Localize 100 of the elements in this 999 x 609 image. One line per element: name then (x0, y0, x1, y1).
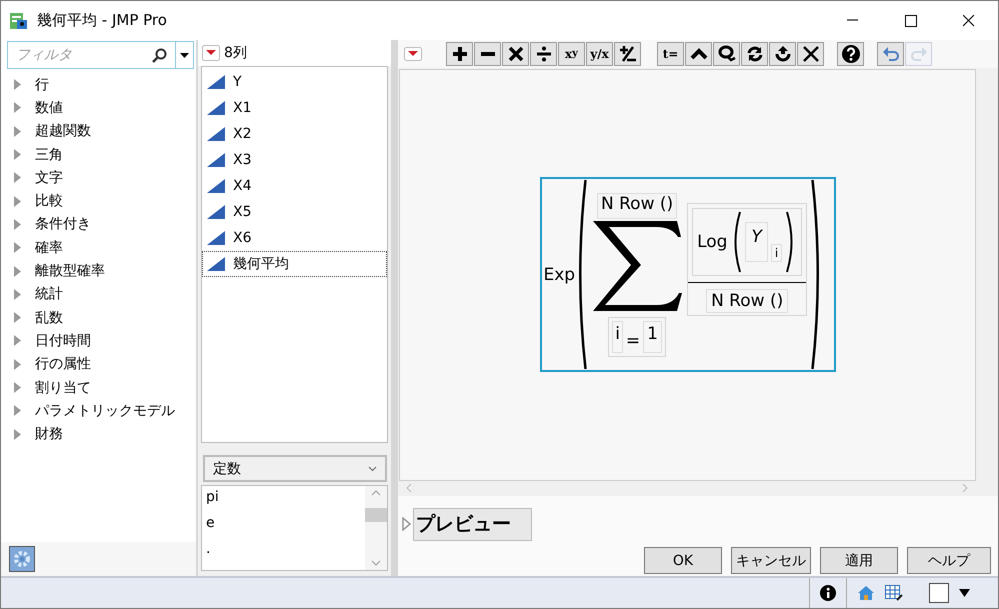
column-item[interactable]: Y (202, 68, 387, 95)
column-item[interactable]: X1 (202, 94, 387, 121)
chevron-down-icon (368, 466, 377, 472)
column-item[interactable]: X6 (202, 224, 387, 251)
expand-arrow-icon[interactable] (13, 149, 22, 160)
column-item[interactable]: X2 (202, 120, 387, 147)
continuous-column-icon (207, 100, 225, 115)
scroll-up-icon[interactable] (371, 490, 381, 496)
undo-button[interactable] (877, 42, 904, 66)
expand-arrow-icon[interactable] (13, 358, 22, 370)
continuous-column-icon (207, 126, 225, 141)
expand-arrow-icon[interactable] (13, 288, 22, 300)
sign-button[interactable] (614, 42, 641, 66)
close-icon[interactable] (963, 14, 975, 26)
divide-button[interactable] (530, 42, 557, 66)
filter-field[interactable]: フィルタ (7, 41, 176, 69)
maximize-icon[interactable] (905, 14, 917, 26)
constant-item[interactable]: pi (206, 489, 361, 515)
assign-button[interactable]: t= (657, 42, 684, 66)
category-item[interactable]: 文字 (35, 168, 63, 187)
category-item[interactable]: 財務 (35, 425, 63, 444)
help-icon (840, 44, 860, 64)
dialog-button[interactable]: OK (644, 547, 722, 574)
sigma-icon (591, 218, 684, 313)
expand-arrow-icon[interactable] (13, 172, 22, 184)
dialog-button[interactable]: キャンセル (731, 547, 811, 574)
dropdown-arrow-icon[interactable] (959, 589, 970, 597)
exp-function: Exp (544, 264, 576, 285)
expand-arrow-icon[interactable] (402, 517, 411, 532)
column-count: 8列 (224, 44, 247, 62)
category-item[interactable]: 日付時間 (35, 332, 91, 350)
category-item[interactable]: 比較 (35, 192, 63, 210)
info-icon[interactable] (820, 585, 836, 601)
subscript-index: i (770, 244, 782, 262)
color-swatch[interactable] (929, 583, 949, 603)
multiply-button[interactable] (502, 42, 529, 66)
subtract-icon (480, 52, 494, 56)
home-icon[interactable] (857, 585, 875, 601)
scroll-thumb[interactable] (365, 508, 387, 522)
root-button[interactable]: y/x (586, 42, 613, 66)
category-item[interactable]: 行の属性 (35, 355, 91, 374)
delete-button[interactable] (797, 42, 824, 66)
expand-arrow-icon[interactable] (13, 196, 22, 207)
swap-button[interactable] (741, 42, 768, 66)
formula-box[interactable]: Exp N Row () i = 1 Log Y i N Row () (540, 177, 836, 372)
category-item[interactable]: 統計 (35, 285, 63, 304)
sign-icon (618, 44, 638, 64)
category-item[interactable]: 三角 (35, 146, 63, 164)
constant-item[interactable]: . (206, 541, 361, 567)
variable-name: Y (745, 222, 768, 262)
dropdown-arrow-icon[interactable] (180, 52, 189, 58)
constant-item[interactable]: e (206, 515, 361, 541)
lasso-button[interactable] (713, 42, 740, 66)
subtract-button[interactable] (474, 42, 501, 66)
column-item[interactable]: 幾何平均 (202, 250, 387, 277)
category-item[interactable]: 確率 (35, 238, 63, 257)
peel-button[interactable] (769, 42, 796, 66)
expand-arrow-icon[interactable] (13, 335, 22, 346)
expand-arrow-icon[interactable] (13, 126, 22, 137)
category-item[interactable]: 条件付き (35, 215, 91, 234)
expand-arrow-icon[interactable] (13, 266, 22, 277)
category-item[interactable]: 数値 (35, 98, 63, 117)
equals-sign: = (626, 330, 640, 351)
table-icon[interactable] (885, 585, 903, 601)
category-item[interactable]: パラメトリックモデル (35, 402, 175, 420)
lasso-icon (716, 44, 736, 64)
dialog-button[interactable]: ヘルプ (907, 547, 991, 574)
column-item[interactable]: X5 (202, 198, 387, 225)
category-item[interactable]: 割り当て (35, 378, 91, 396)
window-title: 幾何平均 - JMP Pro (37, 11, 168, 30)
left-paren-icon (579, 178, 588, 372)
expand-arrow-icon[interactable] (13, 102, 22, 114)
expand-arrow-icon[interactable] (13, 382, 22, 393)
dropdown-menu-icon[interactable] (404, 46, 422, 61)
expand-arrow-icon[interactable] (13, 405, 22, 416)
help-button[interactable] (837, 42, 864, 66)
expand-arrow-icon[interactable] (13, 312, 22, 324)
expand-arrow-icon[interactable] (13, 218, 22, 230)
scroll-down-icon[interactable] (371, 560, 381, 566)
app-icon (9, 10, 29, 30)
category-item[interactable]: 乱数 (35, 308, 63, 327)
add-button[interactable] (446, 42, 473, 66)
log-function: Log (697, 232, 728, 252)
index-start: 1 (643, 320, 662, 353)
category-item[interactable]: 超越関数 (35, 122, 91, 140)
dropdown-menu-icon[interactable] (202, 44, 220, 61)
column-item[interactable]: X4 (202, 172, 387, 199)
column-item[interactable]: X3 (202, 146, 387, 173)
category-dropdown[interactable]: 定数 (203, 455, 387, 482)
expand-arrow-icon[interactable] (13, 79, 22, 90)
denominator-expression: N Row () (706, 289, 788, 314)
category-item[interactable]: 行 (35, 76, 49, 94)
expand-arrow-icon[interactable] (13, 242, 22, 254)
caret-button[interactable] (685, 42, 712, 66)
expand-arrow-icon[interactable] (13, 428, 22, 440)
category-item[interactable]: 離散型確率 (35, 262, 105, 280)
settings-icon[interactable] (9, 546, 35, 572)
search-icon[interactable] (152, 48, 167, 62)
preview-toggle[interactable]: プレビュー (413, 508, 532, 541)
dialog-button[interactable]: 適用 (820, 547, 898, 574)
